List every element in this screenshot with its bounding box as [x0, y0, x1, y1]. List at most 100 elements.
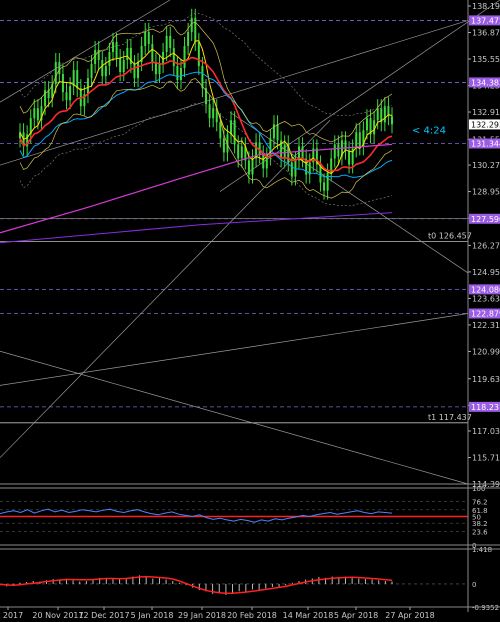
- price-tick-label: 124.95: [472, 268, 500, 277]
- price-level-tag-label: 137.472: [471, 16, 500, 25]
- candle-body: [65, 92, 68, 101]
- candle-body: [219, 122, 222, 139]
- price-tick-label: 117.03: [472, 427, 500, 436]
- candle-body: [122, 60, 125, 73]
- candle-body: [144, 31, 147, 46]
- price-level-tag-label: 118.231: [471, 403, 500, 412]
- candle-body: [197, 41, 200, 67]
- line-value-label: t1 117.437: [428, 413, 472, 422]
- candle-body: [165, 35, 168, 52]
- candle-body: [383, 106, 386, 123]
- candle-body: [179, 68, 182, 81]
- price-tick-label: 122.31: [472, 321, 500, 330]
- time-tick-label: ct 2017: [0, 611, 23, 620]
- price-level-tag-label: 134.383: [471, 78, 500, 87]
- candle-body: [233, 120, 236, 145]
- candle-body: [337, 144, 340, 157]
- time-tick-label: 5 Jan 2018: [131, 611, 174, 620]
- time-tick-label: 29 Jan 2018: [178, 611, 226, 620]
- candle-body: [133, 64, 136, 79]
- candle-body: [137, 62, 140, 79]
- candle-body: [61, 74, 64, 93]
- candle-body: [358, 132, 361, 147]
- candle-body: [201, 66, 204, 89]
- candle-body: [344, 140, 347, 151]
- candle-body: [151, 43, 154, 63]
- candle-body: [348, 150, 351, 165]
- time-tick-label: 27 Apr 2018: [385, 611, 434, 620]
- candle-body: [76, 70, 79, 89]
- candle-body: [36, 108, 39, 121]
- candle-body: [158, 64, 161, 75]
- price-tick-label: 120.99: [472, 347, 500, 356]
- candle-body: [101, 60, 104, 77]
- candle-body: [90, 64, 93, 79]
- time-tick-label: 20 Feb 2018: [227, 611, 277, 620]
- candle-body: [108, 51, 111, 67]
- candle-body: [376, 108, 379, 121]
- time-tick-label: 5 Apr 2018: [334, 611, 378, 620]
- price-level-tag-label: 124.080: [471, 285, 500, 294]
- candle-body: [251, 158, 254, 175]
- candle-body: [323, 182, 326, 191]
- price-level-tag-label: 127.596: [471, 215, 500, 224]
- price-level-tag-label: 132.293: [471, 120, 500, 129]
- candle-body: [54, 62, 57, 85]
- price-tick-label: 128.95: [472, 188, 500, 197]
- time-tick-label: 12 Dec 2017: [78, 611, 129, 620]
- candle-body: [262, 154, 265, 169]
- osc-tick-label: 38.2: [472, 520, 488, 528]
- chart-background: [0, 0, 500, 622]
- price-level-tag-label: 122.879: [471, 310, 500, 319]
- price-tick-label: 123.63: [472, 294, 500, 303]
- candle-body: [290, 162, 293, 177]
- candle-body: [176, 66, 179, 81]
- osc-tick-label: 100: [472, 485, 485, 493]
- candle-body: [265, 156, 268, 169]
- candle-body: [69, 86, 72, 101]
- candle-body: [187, 31, 190, 46]
- candle-body: [276, 124, 279, 141]
- candle-body: [230, 120, 233, 135]
- price-level-tag-label: 131.344: [471, 139, 500, 148]
- candle-body: [237, 144, 240, 159]
- candle-body: [86, 78, 89, 95]
- candle-body: [301, 146, 304, 159]
- candle-body: [172, 47, 175, 67]
- candle-body: [247, 160, 250, 175]
- price-tick-label: 136.87: [472, 29, 500, 38]
- candle-body: [240, 146, 243, 159]
- candle-body: [33, 108, 36, 119]
- candle-body: [183, 45, 186, 69]
- candle-body: [222, 138, 225, 153]
- time-tick-label: 14 Mar 2018: [283, 611, 334, 620]
- price-tick-label: 115.71: [472, 453, 500, 462]
- time-tick-label: 20 Nov 2017: [32, 611, 83, 620]
- price-tick-label: 135.55: [472, 55, 500, 64]
- macd-tick-label: 0: [472, 581, 476, 589]
- osc-tick-label: 23.6: [472, 529, 488, 537]
- candle-body: [126, 47, 129, 61]
- candle-body: [115, 41, 118, 59]
- candle-body: [154, 62, 157, 75]
- candle-body: [355, 132, 358, 149]
- candle-body: [112, 41, 114, 52]
- price-tick-label: 126.27: [472, 241, 500, 250]
- candle-body: [326, 172, 329, 191]
- line-value-label: t0 126.457: [428, 232, 472, 241]
- price-tick-label: 130.27: [472, 161, 500, 170]
- candle-body: [169, 35, 172, 48]
- candle-body: [147, 31, 150, 44]
- candle-body: [119, 58, 122, 73]
- candle-body: [283, 144, 286, 159]
- candle-body: [391, 116, 393, 125]
- candle-body: [333, 144, 336, 159]
- price-tick-label: 119.63: [472, 375, 500, 384]
- candle-body: [194, 17, 197, 42]
- candle-body: [365, 118, 368, 131]
- price-tick-label: 132.91: [472, 108, 500, 117]
- candle-body: [208, 104, 211, 119]
- macd-tick-label: 1.418: [472, 546, 492, 554]
- candle-body: [104, 66, 107, 77]
- price-tick-label: 138.19: [472, 2, 500, 11]
